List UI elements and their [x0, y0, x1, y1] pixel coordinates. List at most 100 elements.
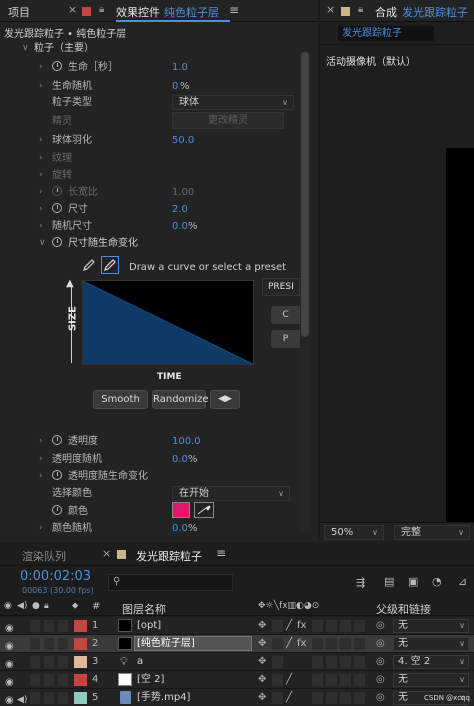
layer-row-selected[interactable]: ◉ 2 [纯色粒子层] ✥ ╱ fx ◎ 无 ∨ — [0, 635, 474, 653]
render-queue-tab[interactable]: 渲染队列 — [22, 548, 66, 564]
shy-layers-icon[interactable]: ▣ — [408, 575, 418, 588]
shy-switch-icon[interactable]: ✥ — [258, 689, 266, 706]
panel-menu-icon[interactable]: ≡ — [229, 3, 239, 17]
shy-switch-icon[interactable]: ✥ — [258, 671, 266, 688]
parent-dropdown[interactable]: 无 ∨ — [393, 619, 469, 633]
graph-side-button-2[interactable]: P — [271, 330, 300, 348]
layer-row[interactable]: ◉ 3 💡︎ a ✥ ◎ 4. 空 2 ∨ — [0, 653, 474, 671]
prop-rotation[interactable]: › 旋转 — [0, 167, 300, 184]
zoom-dropdown[interactable]: 50% ∨ — [324, 525, 384, 540]
shy-switch-icon[interactable]: ✥ — [258, 617, 266, 634]
prop-aspect-ratio[interactable]: › 长宽比 1.00 — [0, 184, 300, 201]
parent-dropdown[interactable]: 无 ∨ — [393, 637, 469, 651]
panel-menu-icon[interactable]: ≡ — [216, 546, 226, 560]
layer-label-color[interactable] — [74, 674, 87, 686]
pickwhip-icon[interactable]: ◎ — [376, 689, 385, 706]
draft-3d-icon[interactable]: ▤ — [384, 575, 394, 588]
particle-type-dropdown[interactable]: 球体 ∨ — [172, 95, 294, 110]
layer-label-color[interactable] — [74, 692, 87, 704]
scrollbar-track[interactable] — [300, 52, 310, 532]
shy-switch-icon[interactable]: ✥ — [258, 653, 266, 670]
timecode[interactable]: 0:00:02:03 — [20, 569, 91, 584]
lock-icon[interactable]: 🔒︎ — [99, 4, 104, 15]
layer-label-color[interactable] — [74, 620, 87, 632]
quality-switch-icon[interactable]: ╱ — [286, 671, 292, 688]
parent-dropdown[interactable]: 无 ∨ — [393, 673, 469, 687]
graph-editor-icon[interactable]: ⊿ — [458, 575, 467, 588]
layer-name[interactable]: a — [137, 653, 143, 670]
quality-switch-icon[interactable]: ╱ — [286, 689, 292, 706]
scrollbar-thumb[interactable] — [301, 52, 309, 337]
layer-row[interactable]: ◉ ◀) 5 [手势.mp4] ✥ ╱ ◎ 无 ∨ — [0, 689, 474, 706]
prop-size-over-life[interactable]: ∨ 尺寸随生命变化 — [0, 235, 300, 252]
randomize-button[interactable]: Randomize — [152, 390, 209, 409]
solo-icon[interactable]: ● — [32, 601, 40, 611]
graph-side-button-1[interactable]: C — [271, 306, 300, 324]
resolution-dropdown[interactable]: 完整 ∨ — [394, 525, 470, 540]
smooth-button[interactable]: Smooth — [93, 390, 148, 409]
parent-dropdown[interactable]: 4. 空 2 ∨ — [393, 655, 469, 669]
layer-name-header[interactable]: 图层名称 — [122, 601, 166, 617]
section-particle-main[interactable]: ∨ 粒子（主要） — [0, 40, 300, 57]
prop-color-random[interactable]: › 颜色随机 0.0 % — [0, 520, 300, 537]
project-tab[interactable]: 项目 — [8, 4, 30, 20]
stopwatch-icon[interactable] — [52, 435, 62, 445]
prop-size[interactable]: › 尺寸 2.0 — [0, 201, 300, 218]
layer-row[interactable]: ◉ 4 [空 2] ✥ ╱ ◎ 无 ∨ — [0, 671, 474, 689]
close-icon[interactable]: × — [68, 3, 77, 16]
pickwhip-icon[interactable]: ◎ — [376, 671, 385, 688]
eyedropper-icon[interactable] — [194, 502, 214, 518]
pickwhip-icon[interactable]: ◎ — [376, 617, 385, 634]
size-curve-graph[interactable] — [82, 280, 254, 365]
layer-name[interactable]: [手势.mp4] — [137, 689, 190, 706]
stopwatch-icon[interactable] — [52, 61, 62, 71]
preset-dropdown[interactable]: PRESI — [262, 278, 300, 296]
prop-opacity-over-life[interactable]: › 透明度随生命变化 — [0, 468, 300, 485]
motion-blur-icon[interactable]: ◔ — [432, 575, 442, 588]
prop-opacity[interactable]: › 透明度 100.0 — [0, 433, 300, 450]
shy-switch-icon[interactable]: ✥ — [258, 635, 266, 652]
lock-icon[interactable]: 🔒︎ — [358, 4, 363, 15]
audio-icon[interactable]: ◀) — [17, 692, 27, 706]
label-icon[interactable]: ⬥ — [72, 601, 78, 611]
prop-opacity-random[interactable]: › 透明度随机 0.0 % — [0, 451, 300, 468]
flip-curve-button[interactable]: ◀▶ — [210, 390, 240, 409]
prop-texture[interactable]: › 纹理 — [0, 150, 300, 167]
parent-link-header[interactable]: 父级和链接 — [376, 601, 431, 617]
eye-icon[interactable]: ◉ — [5, 692, 14, 706]
comp-tab-label[interactable]: 合成 — [375, 4, 397, 20]
prop-size-random[interactable]: › 随机尺寸 0.0 % — [0, 218, 300, 235]
prop-sphere-feather[interactable]: › 球体羽化 50.0 — [0, 132, 300, 149]
prop-life-random[interactable]: › 生命随机 0 % — [0, 78, 300, 95]
effects-tab-layer[interactable]: 纯色粒子层 — [164, 4, 219, 20]
layer-search-input[interactable]: ⚲ — [108, 574, 233, 591]
comp-breadcrumb[interactable]: 发光跟踪粒子 — [338, 26, 434, 41]
comp-tab-name[interactable]: 发光跟踪粒子 — [402, 4, 468, 20]
close-icon[interactable]: × — [102, 547, 111, 560]
eye-icon[interactable]: ◉ — [4, 601, 12, 611]
effects-tab-label[interactable]: 效果控件 — [116, 4, 160, 20]
quality-switch-icon[interactable]: ╱ — [286, 635, 292, 652]
layer-label-color[interactable] — [74, 638, 87, 650]
choose-color-dropdown[interactable]: 在开始 ∨ — [172, 486, 290, 501]
comp-canvas[interactable] — [446, 148, 474, 526]
stopwatch-icon[interactable] — [52, 237, 62, 247]
lock-icon[interactable]: 🔒︎ — [44, 601, 49, 611]
layer-name[interactable]: [opt] — [137, 617, 161, 634]
stopwatch-icon[interactable] — [52, 505, 62, 515]
timeline-comp-tab[interactable]: 发光跟踪粒子 — [136, 548, 202, 564]
layer-label-color[interactable] — [74, 656, 87, 668]
layer-name[interactable]: [纯色粒子层] — [137, 635, 195, 652]
draw-icon[interactable] — [101, 256, 119, 274]
audio-icon[interactable]: ◀) — [17, 601, 27, 611]
layer-name[interactable]: [空 2] — [137, 671, 164, 688]
fx-switch-icon[interactable]: fx — [297, 635, 306, 652]
comp-mini-flowchart-icon[interactable]: ⇶ — [356, 576, 365, 589]
layer-row[interactable]: ◉ 1 [opt] ✥ ╱ fx ◎ 无 ∨ — [0, 617, 474, 635]
stopwatch-icon[interactable] — [52, 470, 62, 480]
pickwhip-icon[interactable]: ◎ — [376, 653, 385, 670]
change-sprite-button[interactable]: 更改精灵 — [172, 112, 284, 129]
close-icon[interactable]: × — [326, 3, 335, 16]
pencil-icon[interactable] — [82, 258, 96, 272]
prop-life[interactable]: › 生命［秒］ 1.0 — [0, 59, 300, 76]
